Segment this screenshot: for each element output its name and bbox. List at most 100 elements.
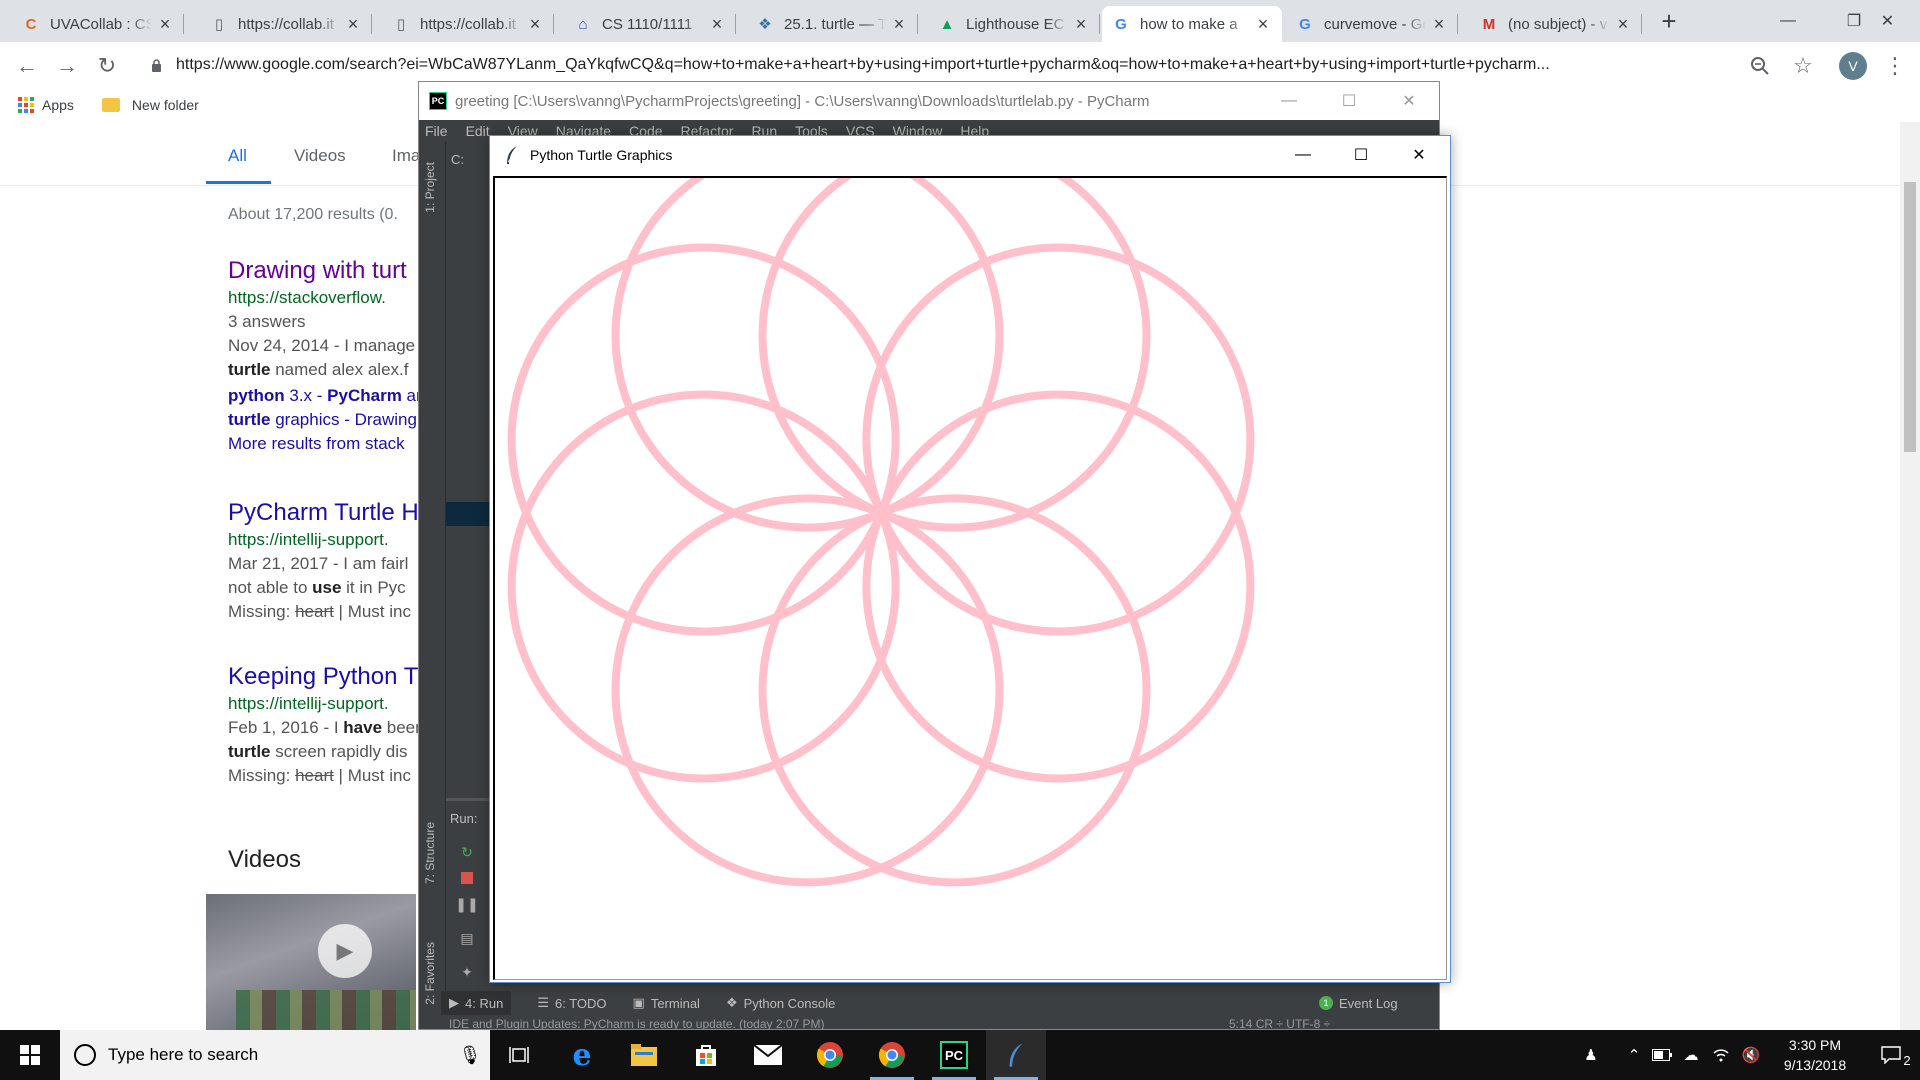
action-center-icon[interactable]: 2 — [1872, 1030, 1920, 1080]
microphone-icon[interactable]: 🎙 — [450, 1045, 490, 1066]
forward-icon[interactable]: → — [52, 51, 82, 81]
close-tab-icon[interactable]: × — [890, 14, 908, 35]
menu-kebab-icon[interactable]: ⋮ — [1880, 51, 1910, 81]
address-bar[interactable]: https://www.google.com/search?ei=WbCaW87… — [140, 47, 1750, 83]
status-right: 5:14 CR ÷ UTF-8 ÷ — [1229, 1017, 1331, 1031]
python-icon: ❖ — [758, 16, 772, 33]
close-tab-icon[interactable]: × — [526, 14, 544, 35]
menu-item-file[interactable]: File — [425, 123, 448, 139]
new-tab-button[interactable]: + — [1655, 7, 1683, 35]
close-icon[interactable]: ✕ — [1379, 82, 1439, 120]
volume-muted-icon[interactable]: 🔇 — [1736, 1030, 1766, 1080]
pycharm-bottom-toolbar: ▶ 4: Run ☰ 6: TODO ▣ Terminal ❖ Python Console … — [419, 989, 1439, 1017]
chevron-up-icon[interactable]: ⌃ — [1620, 1030, 1648, 1080]
tool-tab-structure[interactable]: 7: Structure — [423, 822, 437, 884]
tab-title: https://collab.it — [238, 15, 334, 33]
store-icon[interactable] — [676, 1030, 736, 1080]
close-tab-icon[interactable]: × — [156, 14, 174, 35]
reload-icon[interactable]: ↻ — [92, 51, 122, 81]
close-tab-icon[interactable]: × — [1254, 14, 1272, 35]
pause-icon[interactable]: ❚❚ — [455, 893, 478, 915]
pycharm-taskbar-icon[interactable]: PC — [924, 1030, 984, 1080]
maximize-icon[interactable]: ☐ — [1319, 82, 1379, 120]
wifi-icon[interactable] — [1706, 1030, 1736, 1080]
tab-title: https://collab.it — [420, 15, 516, 33]
pin-icon[interactable]: ✦ — [456, 961, 478, 983]
tab-videos[interactable]: Videos — [294, 146, 346, 166]
browser-tab[interactable]: ❖ 25.1. turtle — T × — [746, 6, 918, 42]
turtle-canvas[interactable] — [493, 176, 1447, 980]
bookmark-label: New folder — [131, 97, 199, 113]
tab-images[interactable]: Ima — [392, 146, 420, 166]
tab-all[interactable]: All — [228, 146, 247, 166]
browser-tab[interactable]: C UVACollab : CS × — [12, 6, 184, 42]
file-explorer-icon[interactable] — [614, 1030, 674, 1080]
flower-circle — [507, 243, 900, 636]
system-clock[interactable]: 3:30 PM 9/13/2018 — [1770, 1035, 1860, 1075]
taskbar-search[interactable]: Type here to search 🎙 — [60, 1030, 490, 1080]
document-icon: ▯ — [214, 16, 224, 33]
onedrive-icon[interactable]: ☁ — [1676, 1030, 1706, 1080]
close-icon[interactable]: ✕ — [1390, 136, 1448, 174]
browser-tab[interactable]: Ghow to make a × — [1102, 6, 1282, 42]
tab-title: UVACollab : CS — [50, 15, 152, 33]
browser-tab[interactable]: Gcurvemove - Go × — [1286, 6, 1458, 42]
stop-icon[interactable] — [456, 867, 478, 889]
bottom-tab[interactable]: ▶ 4: Run — [441, 991, 512, 1015]
feather-icon — [504, 145, 520, 165]
bookmark-star-icon[interactable]: ☆ — [1788, 51, 1818, 81]
close-tab-icon[interactable]: × — [1072, 14, 1090, 35]
menu-item-edit[interactable]: Edit — [466, 123, 490, 139]
maximize-icon[interactable]: ☐ — [1332, 136, 1390, 174]
university-icon: ⌂ — [578, 15, 588, 33]
google-icon: G — [1299, 15, 1311, 33]
close-tab-icon[interactable]: × — [708, 14, 726, 35]
close-tab-icon[interactable]: × — [1614, 14, 1632, 35]
close-tab-icon[interactable]: × — [1430, 14, 1448, 35]
minimize-icon[interactable]: — — [1274, 136, 1332, 174]
close-window-icon[interactable]: ✕ — [1855, 0, 1920, 42]
minimize-icon[interactable]: — — [1259, 82, 1319, 120]
windows-start-icon[interactable] — [0, 1030, 60, 1080]
bottom-tab[interactable]: ☰ 6: TODO — [537, 995, 606, 1011]
turtle-graphics-window: Python Turtle Graphics — ☐ ✕ — [489, 135, 1451, 983]
mail-icon[interactable] — [738, 1030, 798, 1080]
back-icon[interactable]: ← — [12, 51, 42, 81]
profile-avatar[interactable]: V — [1839, 52, 1867, 80]
selected-tree-row[interactable] — [446, 502, 491, 526]
browser-tab[interactable]: ▯ https://collab.it × — [382, 6, 554, 42]
tool-tab-project[interactable]: 1: Project — [423, 162, 437, 213]
bottom-tab[interactable]: ▣ Terminal — [633, 995, 700, 1011]
edge-icon[interactable]: e — [552, 1030, 612, 1080]
browser-tab[interactable]: ⌂ CS 1110/1111 × — [564, 6, 736, 42]
pycharm-logo-icon: PC — [429, 92, 447, 110]
bottom-tab[interactable]: ❖ Python Console — [726, 995, 835, 1011]
people-icon[interactable]: ♟ — [1574, 1030, 1608, 1080]
chrome-icon[interactable] — [800, 1030, 860, 1080]
browser-tab[interactable]: ▲ Lighthouse EC × — [928, 6, 1100, 42]
python-turtle-taskbar-icon[interactable] — [986, 1030, 1046, 1080]
run-panel: Run: ↻ ❚❚ ▤ ✦ — [446, 798, 491, 1012]
rerun-icon[interactable]: ↻ — [456, 841, 478, 863]
browser-tab[interactable]: ▯ https://collab.it × — [200, 6, 372, 42]
event-log-button[interactable]: 1 Event Log — [1319, 996, 1398, 1011]
task-view-icon[interactable] — [490, 1030, 550, 1080]
zoom-icon[interactable] — [1745, 51, 1775, 81]
breadcrumb[interactable]: C: — [451, 152, 464, 167]
close-tab-icon[interactable]: × — [344, 14, 362, 35]
layout-icon[interactable]: ▤ — [456, 927, 478, 949]
play-icon[interactable]: ▶ — [318, 924, 372, 978]
terminal-icon: ▣ — [632, 995, 645, 1010]
lighthouse-icon: ▲ — [939, 15, 955, 33]
page-scrollbar[interactable] — [1900, 122, 1920, 1030]
pycharm-statusbar: IDE and Plugin Updates: PyCharm is ready… — [419, 1017, 1439, 1031]
scrollbar-thumb[interactable] — [1904, 182, 1916, 452]
flower-circle — [611, 494, 1004, 887]
minimize-icon[interactable]: — — [1755, 0, 1821, 42]
chrome-active-icon[interactable] — [862, 1030, 922, 1080]
bookmark-new-folder[interactable]: New folder — [101, 97, 199, 113]
battery-icon[interactable] — [1648, 1030, 1676, 1080]
bookmark-apps[interactable]: Apps — [18, 97, 74, 113]
video-thumbnail[interactable]: ▶ — [206, 894, 416, 1030]
browser-tab[interactable]: M (no subject) - v × — [1470, 6, 1642, 42]
